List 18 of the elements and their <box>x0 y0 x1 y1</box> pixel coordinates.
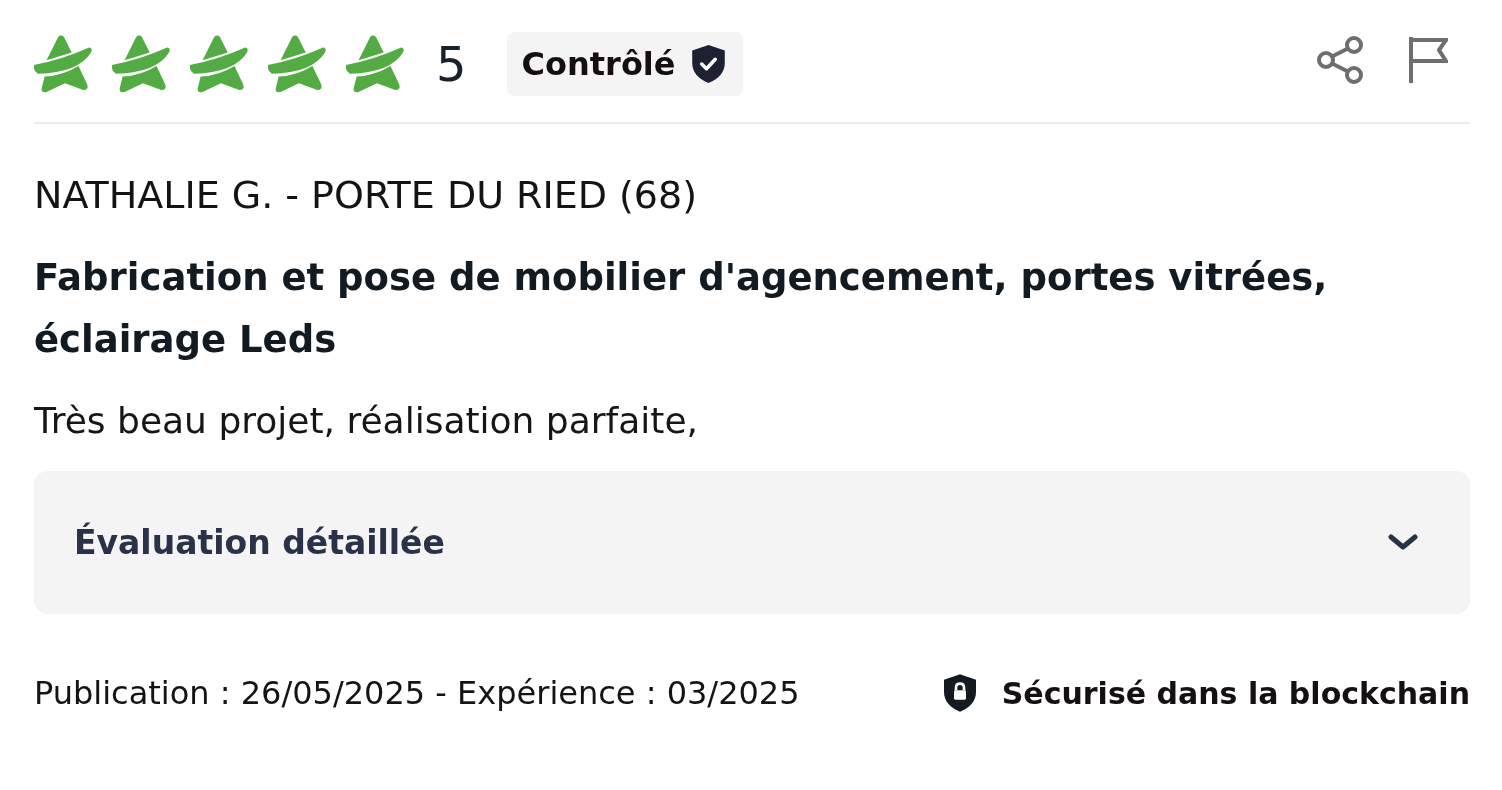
rating-score: 5 <box>436 35 467 94</box>
badge-label: Contrôlé <box>521 45 676 83</box>
publication-dates: Publication : 26/05/2025 - Expérience : 03/2025 <box>34 674 800 712</box>
review-title: Fabrication et pose de mobilier d'agencement, portes vitrées, éclairage Leds <box>34 255 1329 363</box>
shield-lock-icon <box>943 674 976 712</box>
shield-check-icon <box>691 45 725 83</box>
detailed-evaluation-toggle[interactable]: Évaluation détaillée <box>34 471 1470 614</box>
share-icon[interactable] <box>1316 36 1364 84</box>
star-icon <box>34 35 92 93</box>
chevron-icon <box>1388 533 1418 552</box>
star-icon <box>346 35 404 93</box>
star-icon <box>190 35 248 93</box>
review-comment: Très beau projet, réalisation parfaite, <box>34 399 699 443</box>
flag-icon[interactable] <box>1408 37 1448 83</box>
reviewer-name: NATHALIE G. - PORTE DU RIED (68) <box>34 172 698 218</box>
star-icon <box>112 35 170 93</box>
blockchain-security-label: Sécurisé dans la blockchain <box>1001 675 1470 711</box>
star-icon <box>268 35 326 93</box>
